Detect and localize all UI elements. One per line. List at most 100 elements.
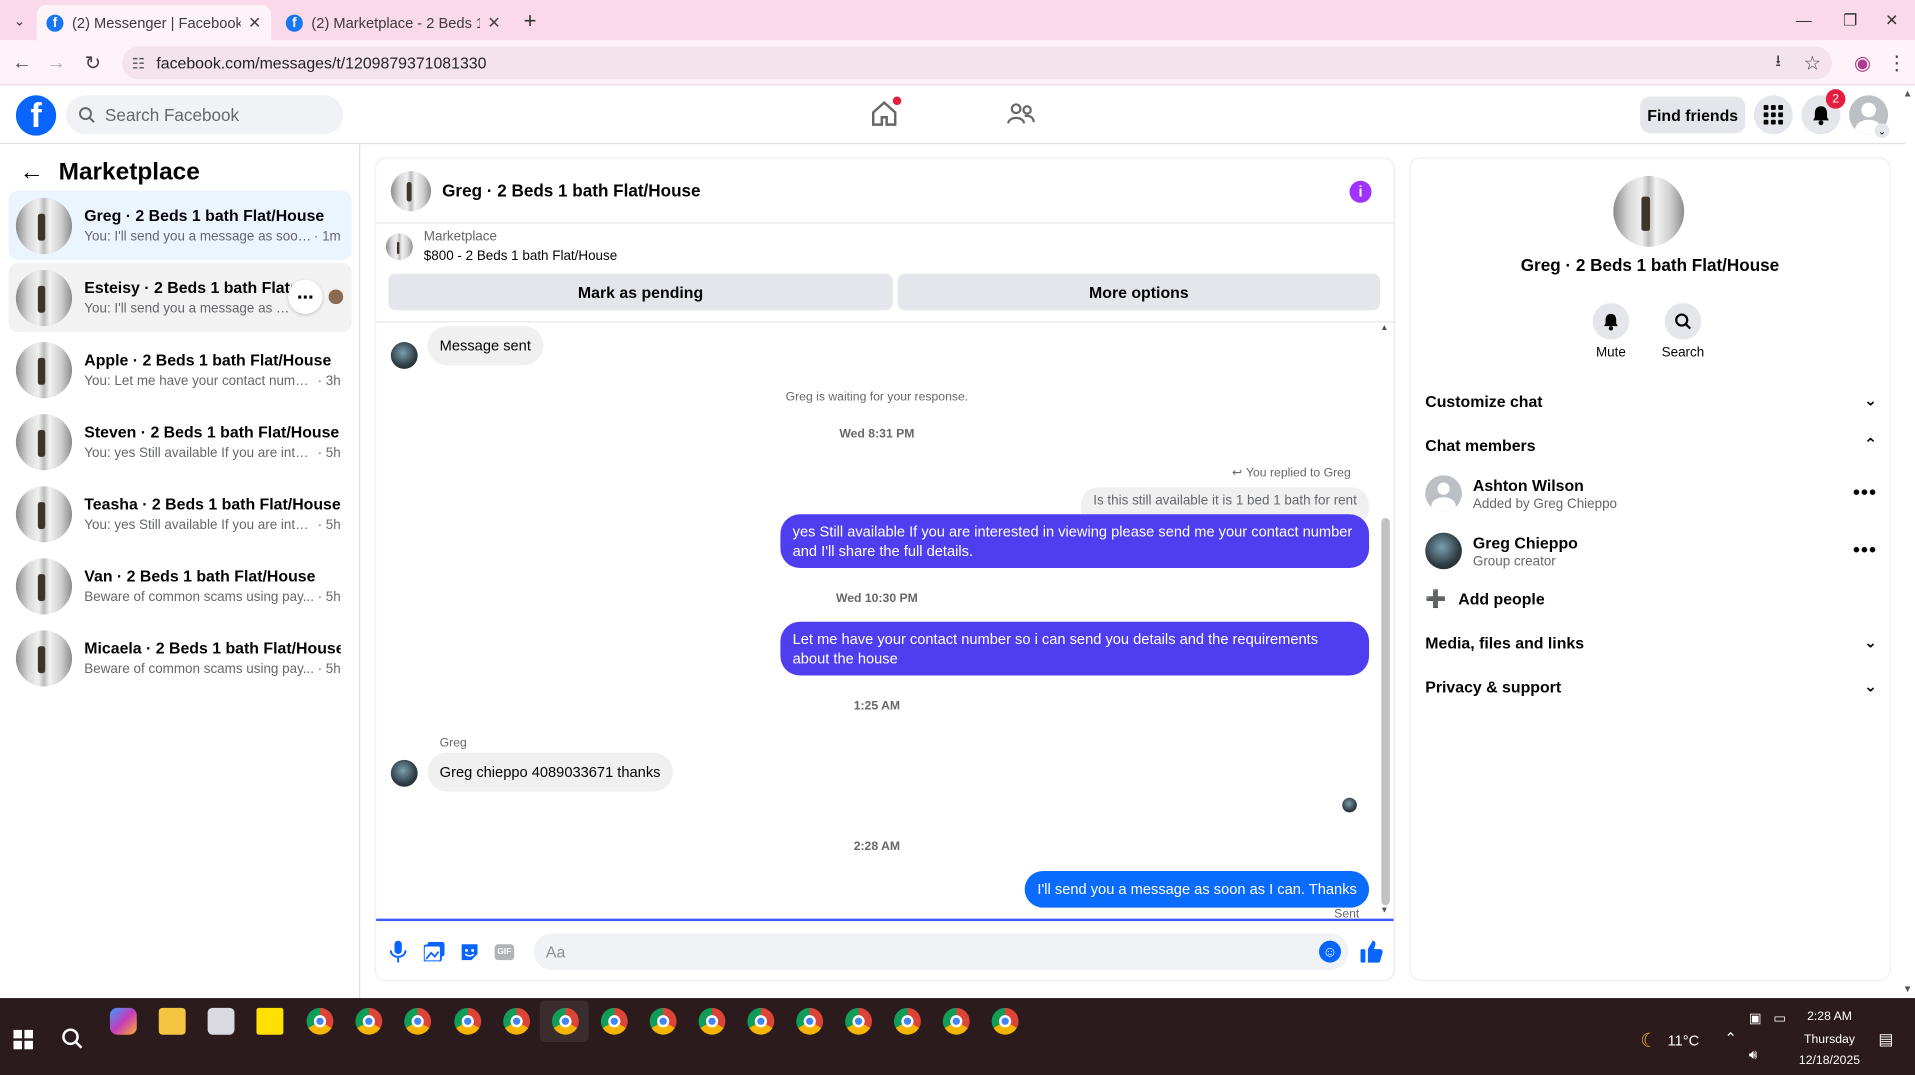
find-friends-button[interactable]: Find friends xyxy=(1640,96,1746,134)
gif-icon[interactable]: GIF xyxy=(493,941,515,963)
tab-messenger[interactable]: f (2) Messenger | Facebook ✕ xyxy=(36,4,272,41)
listing-row[interactable]: Marketplace $800 - 2 Beds 1 bath Flat/Ho… xyxy=(385,230,617,264)
chrome-icon[interactable] xyxy=(893,1007,921,1035)
microphone-icon[interactable] xyxy=(387,940,409,963)
message-bubble-outgoing[interactable]: yes Still available If you are intereste… xyxy=(780,514,1370,569)
message-bubble-incoming[interactable]: Message sent xyxy=(427,326,544,366)
message-bubble-outgoing[interactable]: Let me have your contact number so i can… xyxy=(780,621,1370,676)
conversation-item[interactable]: Esteisy · 2 Beds 1 bath Flat/House You: … xyxy=(8,262,352,333)
conversation-item[interactable]: Apple · 2 Beds 1 bath Flat/House You: Le… xyxy=(9,335,352,405)
friends-icon[interactable] xyxy=(1006,99,1035,128)
forward-icon[interactable]: → xyxy=(42,49,71,78)
display-icon[interactable]: ▭ xyxy=(1773,1010,1786,1026)
volume-icon[interactable]: 🔊︎ xyxy=(1749,1048,1757,1064)
add-people-button[interactable]: ➕ Add people xyxy=(1425,578,1877,620)
scrollbar-thumb[interactable] xyxy=(1381,517,1390,906)
sticky-notes-icon[interactable] xyxy=(256,1007,284,1035)
clock-day[interactable]: Thursday xyxy=(1795,1033,1863,1046)
clock-date[interactable]: 12/18/2025 xyxy=(1795,1054,1863,1067)
new-tab-button[interactable]: + xyxy=(518,8,542,33)
chrome-icon[interactable] xyxy=(698,1007,726,1035)
chrome-icon[interactable] xyxy=(355,1007,383,1035)
message-bubble-incoming[interactable]: Greg chieppo 4089033671 thanks xyxy=(427,752,673,792)
app-icon[interactable] xyxy=(207,1007,235,1035)
chrome-icon[interactable] xyxy=(454,1007,482,1035)
profile-icon[interactable]: ◉ xyxy=(1848,49,1877,78)
clock-time[interactable]: 2:28 AM xyxy=(1795,1010,1863,1023)
chrome-icon[interactable] xyxy=(991,1007,1019,1035)
chrome-icon[interactable] xyxy=(600,1007,628,1035)
member-row[interactable]: Greg Chieppo Group creator ••• xyxy=(1425,530,1877,572)
chat-members-section[interactable]: Chat members ⌃ xyxy=(1425,431,1877,458)
media-files-section[interactable]: Media, files and links ⌄ xyxy=(1425,629,1877,656)
notification-center-icon[interactable]: ▤ xyxy=(1878,1030,1893,1050)
conversation-item[interactable]: Teasha · 2 Beds 1 bath Flat/House You: y… xyxy=(9,479,352,549)
reload-icon[interactable]: ↻ xyxy=(78,49,107,78)
home-icon[interactable] xyxy=(870,96,902,128)
account-chevron-icon[interactable]: ⌄ xyxy=(1874,123,1890,139)
customize-chat-section[interactable]: Customize chat ⌄ xyxy=(1425,387,1877,414)
conversation-item[interactable]: Greg · 2 Beds 1 bath Flat/House You: I'l… xyxy=(8,190,352,261)
tab-list-button[interactable]: ⌄ xyxy=(7,10,31,32)
search-in-chat-button[interactable]: Search xyxy=(1646,302,1719,360)
message-input[interactable]: Aa ☺ xyxy=(533,933,1349,970)
url-field[interactable]: ☷ facebook.com/messages/t/12098793710813… xyxy=(122,46,1832,80)
more-options-button[interactable]: More options xyxy=(897,273,1381,311)
copilot-icon[interactable] xyxy=(109,1007,137,1035)
close-tab-icon[interactable]: ✕ xyxy=(248,13,261,33)
conversation-item[interactable]: Steven · 2 Beds 1 bath Flat/House You: y… xyxy=(9,407,352,477)
bookmark-star-icon[interactable]: ☆ xyxy=(1798,49,1827,78)
message-list[interactable]: Message sent Greg is waiting for your re… xyxy=(376,321,1394,922)
chrome-icon[interactable] xyxy=(552,1007,579,1035)
weather-widget[interactable]: ☾ 11°C xyxy=(1640,1029,1699,1053)
show-hidden-icons-icon[interactable]: ⌃ xyxy=(1724,1030,1736,1047)
chrome-icon[interactable] xyxy=(306,1007,334,1035)
member-options-icon[interactable]: ••• xyxy=(1853,483,1877,505)
menu-grid-icon[interactable] xyxy=(1753,95,1793,135)
scroll-up-arrow-icon[interactable]: ▲ xyxy=(1380,324,1388,333)
emoji-icon[interactable]: ☺ xyxy=(1319,940,1341,963)
restore-button[interactable]: ❐ xyxy=(1827,0,1873,40)
browser-menu-icon[interactable]: ⋮ xyxy=(1882,49,1911,78)
message-bubble-outgoing[interactable]: I'll send you a message as soon as I can… xyxy=(1025,871,1370,908)
conversation-options-button[interactable]: ⋯ xyxy=(288,279,323,314)
chrome-icon[interactable] xyxy=(845,1007,873,1035)
info-icon[interactable]: i xyxy=(1349,180,1372,203)
chrome-icon[interactable] xyxy=(796,1007,824,1035)
conversation-item[interactable]: Van · 2 Beds 1 bath Flat/House Beware of… xyxy=(9,551,352,621)
chrome-icon[interactable] xyxy=(942,1007,970,1035)
chrome-icon[interactable] xyxy=(503,1007,531,1035)
install-app-icon[interactable]: ⭳ xyxy=(1764,49,1793,78)
back-icon[interactable]: ← xyxy=(7,49,36,78)
site-info-icon[interactable]: ☷ xyxy=(132,54,145,71)
chrome-icon[interactable] xyxy=(649,1007,677,1035)
file-explorer-icon[interactable] xyxy=(158,1007,186,1035)
mark-pending-button[interactable]: Mark as pending xyxy=(388,273,893,311)
windows-start-icon[interactable] xyxy=(13,1029,33,1050)
search-input[interactable]: Search Facebook xyxy=(65,95,344,135)
scroll-down-arrow-icon[interactable]: ▼ xyxy=(1380,906,1388,915)
facebook-logo-icon[interactable]: f xyxy=(15,95,57,136)
tab-marketplace[interactable]: f (2) Marketplace - 2 Beds 1 bath ✕ xyxy=(276,5,510,40)
chat-avatar[interactable] xyxy=(390,170,432,211)
page-scroll-up-icon[interactable]: ▲ xyxy=(1903,88,1913,99)
facebook-favicon-icon: f xyxy=(46,14,64,32)
sticker-icon[interactable] xyxy=(458,941,480,963)
chat-title[interactable]: Greg · 2 Beds 1 bath Flat/House xyxy=(442,181,700,201)
thumbs-up-icon[interactable] xyxy=(1358,938,1385,965)
chrome-icon[interactable] xyxy=(404,1007,432,1035)
member-row[interactable]: Ashton Wilson Added by Greg Chieppo ••• xyxy=(1425,473,1877,515)
page-scroll-down-icon[interactable]: ▼ xyxy=(1903,983,1913,994)
network-icon[interactable]: ▣ xyxy=(1749,1010,1762,1026)
chrome-icon[interactable] xyxy=(747,1007,775,1035)
close-window-button[interactable]: ✕ xyxy=(1869,0,1915,40)
close-tab-icon[interactable]: ✕ xyxy=(487,13,500,33)
minimize-button[interactable]: — xyxy=(1781,0,1827,40)
photo-icon[interactable] xyxy=(423,941,445,963)
mute-button[interactable]: Mute xyxy=(1574,302,1647,360)
taskbar-search-icon[interactable] xyxy=(61,1027,83,1055)
conversation-item[interactable]: Micaela · 2 Beds 1 bath Flat/House Bewar… xyxy=(9,623,352,693)
privacy-support-section[interactable]: Privacy & support ⌄ xyxy=(1425,673,1877,700)
back-arrow-icon[interactable]: ← xyxy=(20,159,44,187)
member-options-icon[interactable]: ••• xyxy=(1853,540,1877,562)
